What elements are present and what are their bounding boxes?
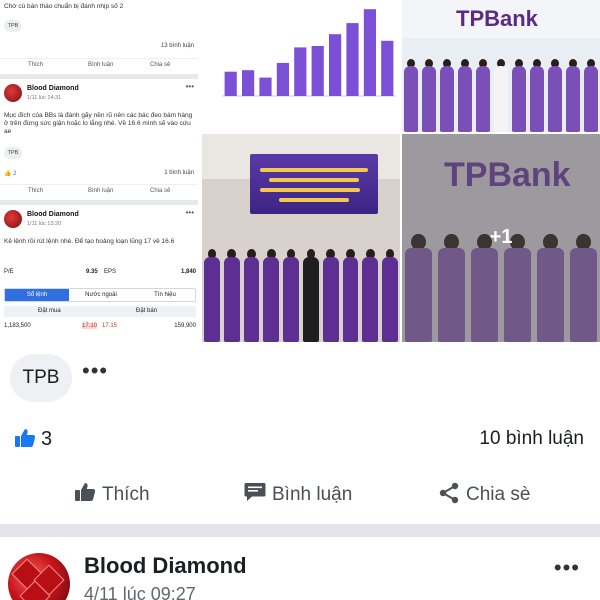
share-button[interactable]: Chia sè	[438, 482, 548, 508]
event-banner	[250, 154, 378, 214]
mini-more-icon: •••	[185, 208, 194, 217]
mini-author: Blood Diamond	[27, 211, 79, 218]
mini-post-text: Kê lệnh rồi rút lệnh nhé. Để tạo hoảng l…	[4, 238, 175, 245]
mini-time: 1/11 lúc 13:20	[27, 221, 62, 227]
like-label: Thích	[102, 484, 150, 505]
chart-bar	[381, 40, 394, 96]
author-avatar[interactable]	[8, 553, 70, 600]
mini-more-icon: •••	[185, 82, 194, 91]
photo-chart[interactable]	[202, 0, 400, 132]
photo-group-event[interactable]	[202, 134, 400, 342]
chart-bar	[242, 70, 255, 96]
photo-more[interactable]: TPBank +1	[402, 134, 600, 342]
thumbs-up-icon	[75, 483, 96, 501]
mini-share: Chia sẻ	[150, 62, 171, 68]
share-label: Chia sè	[466, 484, 531, 505]
person-figure	[439, 40, 455, 132]
mini-comment: Bình luận	[88, 188, 114, 194]
person-figure	[382, 224, 398, 342]
mini-tag: TPB	[4, 147, 22, 159]
person-figure	[302, 224, 319, 342]
mini-divider	[0, 74, 198, 79]
person-figure	[403, 40, 419, 132]
comment-count[interactable]: 10 bình luận	[479, 428, 584, 450]
person-figure	[493, 40, 509, 132]
person-figure	[421, 40, 437, 132]
person-figure	[583, 40, 599, 132]
share-icon	[439, 482, 459, 504]
person-figure	[223, 224, 240, 342]
mini-like: Thích	[28, 188, 44, 194]
comment-label: Bình luận	[272, 484, 353, 505]
mini-comment: Bình luận	[88, 62, 114, 68]
mini-divider	[0, 200, 198, 205]
mini-post-text: Chờ cú bán tháo chuẩn bị đánh nhịp số 2	[4, 3, 124, 10]
more-options-icon[interactable]: •••	[554, 555, 580, 581]
comment-button[interactable]: Bình luận	[244, 482, 364, 508]
mini-author: Blood Diamond	[27, 85, 79, 92]
photo-grid: Chờ cú bán tháo chuẩn bị đánh nhịp số 2 …	[0, 0, 600, 342]
mini-action-bar: Thích Bình luận Chia sẻ	[0, 184, 198, 196]
mini-comment-count: 1 bình luận	[164, 170, 194, 176]
mini-like: Thích	[28, 62, 44, 68]
person-figure	[457, 40, 473, 132]
chart-bar	[276, 62, 289, 96]
chart-bar	[224, 71, 237, 96]
person-figure	[547, 40, 563, 132]
reaction-summary: 3 10 bình luận	[0, 412, 600, 464]
person-figure	[511, 40, 527, 132]
mini-post-text: Mục đích của BBs là đánh gãy nền rũ nên …	[4, 112, 193, 135]
event-group	[202, 212, 400, 342]
person-figure	[203, 224, 220, 342]
person-figure	[529, 40, 545, 132]
person-figure	[362, 224, 379, 342]
bar-chart	[222, 9, 396, 97]
tpbank-logo: TPBank	[456, 6, 538, 31]
more-options-icon[interactable]: •••	[82, 358, 108, 384]
mini-stock-tabs: Sổ lệnh Nước ngoài Tín hiệu	[4, 288, 196, 302]
post-timestamp[interactable]: 4/11 lúc 09:27	[84, 584, 196, 600]
chart-bar	[294, 47, 307, 96]
person-figure	[263, 224, 280, 342]
photo-tpbank-staff[interactable]: TPBank	[402, 0, 600, 132]
chart-bar	[259, 77, 272, 96]
chart-bar	[346, 23, 359, 97]
mini-time: 1/11 lúc 14:31	[27, 95, 62, 101]
like-button[interactable]: Thích	[74, 482, 164, 508]
more-photos-count: +1	[489, 226, 513, 248]
post-action-bar: Thích Bình luận Chia sè	[0, 464, 600, 524]
post-divider	[0, 524, 600, 537]
mini-comment-count: 13 bình luận	[160, 43, 194, 49]
person-figure	[565, 40, 581, 132]
photo-screenshot[interactable]: Chờ cú bán tháo chuẩn bị đánh nhịp số 2 …	[0, 0, 200, 342]
comment-icon	[244, 483, 266, 501]
next-post-header: Blood Diamond 4/11 lúc 09:27 •••	[0, 537, 600, 600]
mini-like-count: 👍 2	[4, 171, 17, 177]
post-tags: TPB •••	[0, 342, 600, 412]
mini-avatar	[4, 210, 22, 228]
chart-bar	[329, 34, 342, 96]
mini-avatar	[4, 84, 22, 102]
person-figure	[243, 224, 260, 342]
mini-action-bar: Thích Bình luận Chia sẻ	[0, 58, 198, 70]
author-name[interactable]: Blood Diamond	[84, 553, 247, 579]
person-figure	[322, 224, 339, 342]
chart-bar	[311, 46, 324, 96]
like-reaction-icon[interactable]	[14, 428, 36, 448]
stock-tag[interactable]: TPB	[10, 354, 72, 402]
staff-group	[402, 32, 600, 132]
reaction-count[interactable]: 3	[41, 428, 52, 451]
mini-share: Chia sẻ	[150, 188, 171, 194]
mini-tag: TPB	[4, 20, 22, 32]
person-figure	[283, 224, 299, 342]
chart-bar	[363, 9, 376, 97]
person-figure	[342, 224, 359, 342]
person-figure	[475, 40, 491, 132]
